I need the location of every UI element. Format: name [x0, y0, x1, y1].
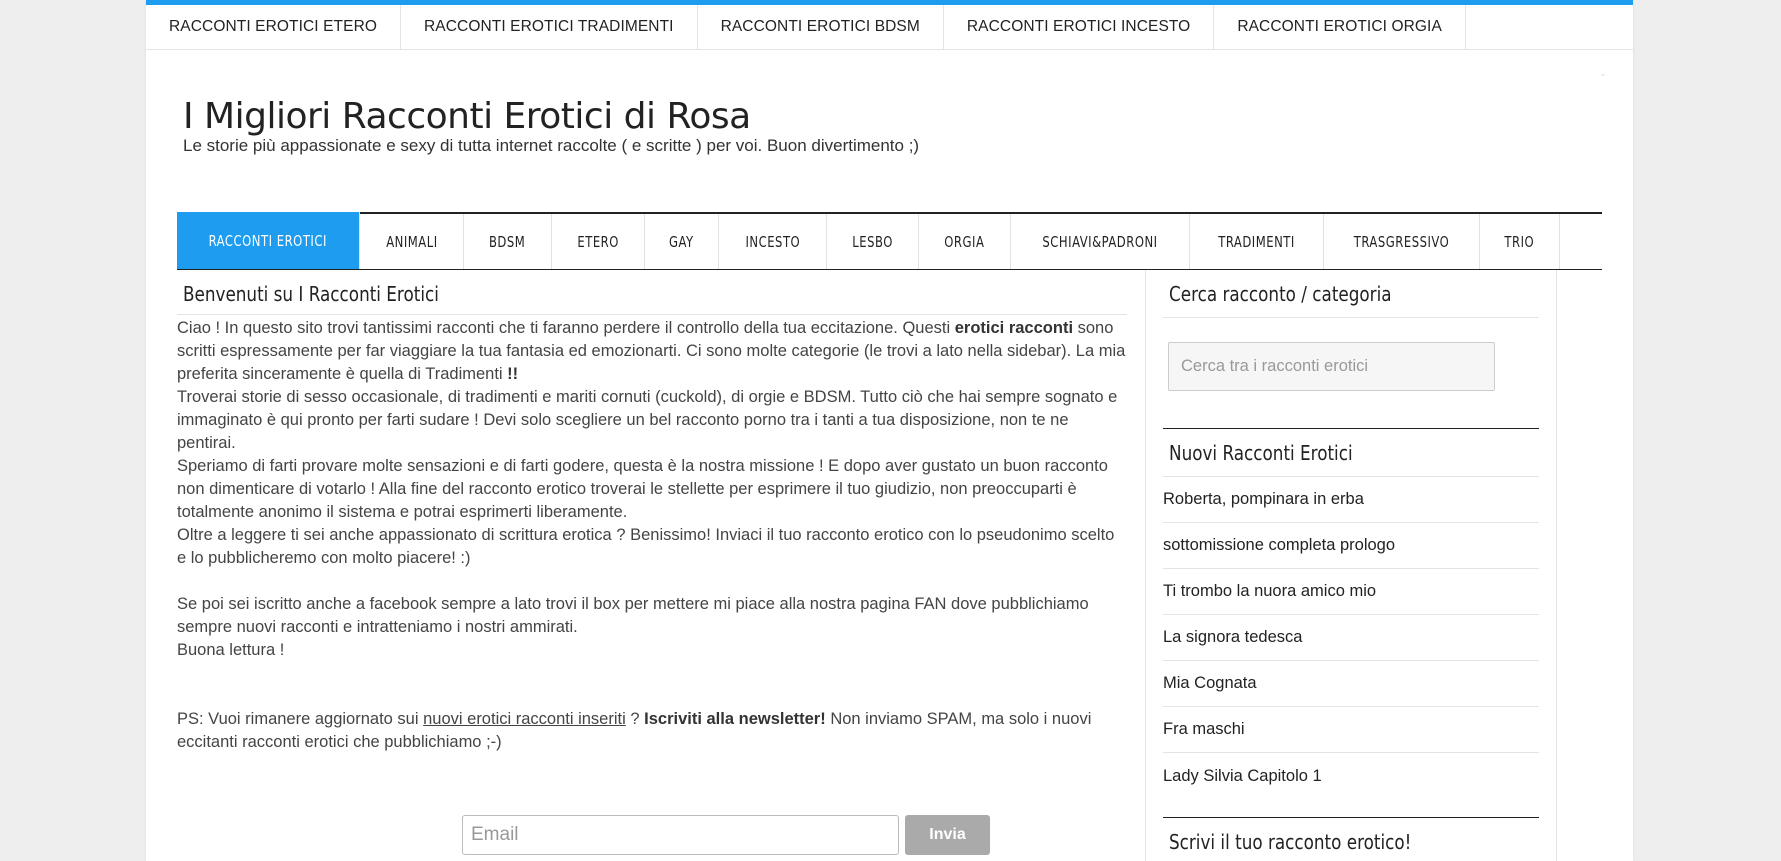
new-stories-link[interactable]: nuovi erotici racconti inseriti: [423, 710, 626, 728]
top-nav-item-orgia[interactable]: RACCONTI EROTICI ORGIA: [1214, 5, 1466, 49]
top-nav-item-tradimenti[interactable]: RACCONTI EROTICI TRADIMENTI: [401, 5, 698, 49]
intro-paragraph-2: Troverai storie di sesso occasionale, di…: [177, 388, 1118, 452]
text-span: Ciao ! In questo sito trovi tantissimi r…: [177, 319, 955, 337]
main-nav-item-tradimenti[interactable]: TRADIMENTI: [1190, 214, 1325, 269]
bold-keyword: erotici racconti: [954, 319, 1074, 337]
main-nav-item-racconti-erotici[interactable]: RACCONTI EROTICI: [177, 212, 360, 269]
ps-paragraph: PS: Vuoi rimanere aggiornato sui nuovi e…: [177, 708, 1127, 754]
main-nav-item-animali[interactable]: ANIMALI: [360, 214, 465, 269]
main-nav-label: ETERO: [577, 232, 619, 251]
main-nav-label: LESBO: [852, 232, 894, 251]
recent-story-item[interactable]: sottomissione completa prologo: [1163, 523, 1539, 569]
top-navigation: RACCONTI EROTICI ETERO RACCONTI EROTICI …: [146, 5, 1633, 50]
recent-story-item[interactable]: La signora tedesca: [1163, 615, 1539, 661]
main-nav-label: GAY: [669, 232, 694, 251]
bold-exclamation: !!: [507, 365, 519, 383]
main-nav-label: RACCONTI EROTICI: [208, 231, 327, 250]
sidebar: Cerca racconto / categoria Nuovi Raccont…: [1145, 270, 1557, 861]
search-widget-title-text: Cerca racconto / categoria: [1169, 282, 1392, 306]
site-description: Le storie più appassionate e sexy di tut…: [183, 135, 920, 155]
newsletter-callout: Iscriviti alla newsletter!: [644, 710, 826, 728]
search-widget: Cerca racconto / categoria: [1163, 270, 1539, 391]
main-content: Benvenuti su I Racconti Erotici Ciao ! I…: [177, 270, 1127, 855]
recent-widget-title: Nuovi Racconti Erotici: [1163, 429, 1539, 477]
top-nav-item-incesto[interactable]: RACCONTI EROTICI INCESTO: [944, 5, 1215, 49]
main-nav-label: SCHIAVI&PADRONI: [1042, 232, 1158, 251]
intro-paragraph-4: Oltre a leggere ti sei anche appassionat…: [177, 526, 1115, 567]
main-nav-item-trio[interactable]: TRIO: [1480, 214, 1560, 269]
main-nav-label: TRASGRESSIVO: [1354, 232, 1450, 251]
recent-story-item[interactable]: Mia Cognata: [1163, 661, 1539, 707]
text-span: ?: [625, 710, 645, 728]
page-container: RACCONTI EROTICI ETERO RACCONTI EROTICI …: [146, 0, 1633, 861]
site-title[interactable]: I Migliori Racconti Erotici di Rosa: [183, 98, 919, 136]
main-nav-item-orgia[interactable]: ORGIA: [919, 214, 1012, 269]
submit-button[interactable]: Invia: [905, 815, 990, 855]
recent-story-item[interactable]: Ti trombo la nuora amico mio: [1163, 569, 1539, 615]
main-nav-label: INCESTO: [745, 232, 800, 251]
intro-paragraph-3: Speriamo di farti provare molte sensazio…: [177, 457, 1108, 521]
search-input[interactable]: [1168, 342, 1495, 391]
main-nav-label: BDSM: [489, 232, 526, 251]
main-navigation: RACCONTI EROTICI ANIMALI BDSM ETERO GAY …: [177, 212, 1602, 270]
intro-paragraph-6: Buona lettura !: [177, 641, 285, 659]
recent-story-item[interactable]: Lady Silvia Capitolo 1: [1163, 753, 1539, 799]
site-header: I Migliori Racconti Erotici di Rosa Le s…: [183, 98, 919, 156]
main-nav-item-gay[interactable]: GAY: [645, 214, 719, 269]
decorative-mark: [1601, 74, 1605, 76]
main-nav-item-trasgressivo[interactable]: TRASGRESSIVO: [1324, 214, 1481, 269]
write-widget-title-text: Scrivi il tuo racconto erotico!: [1169, 830, 1412, 854]
main-nav-item-schiavi-padroni[interactable]: SCHIAVI&PADRONI: [1011, 214, 1191, 269]
text-span: PS: Vuoi rimanere aggiornato sui: [177, 710, 424, 728]
write-widget-title: Scrivi il tuo racconto erotico!: [1163, 818, 1539, 861]
recent-story-item[interactable]: Roberta, pompinara in erba: [1163, 477, 1539, 523]
write-story-widget: Scrivi il tuo racconto erotico!: [1163, 818, 1539, 861]
email-input[interactable]: [462, 815, 899, 855]
search-widget-title: Cerca racconto / categoria: [1163, 270, 1539, 318]
intro-paragraph-1: Ciao ! In questo sito trovi tantissimi r…: [177, 317, 1127, 386]
top-nav-item-etero[interactable]: RACCONTI EROTICI ETERO: [146, 5, 402, 49]
recent-story-item[interactable]: Fra maschi: [1163, 707, 1539, 753]
page-heading: Benvenuti su I Racconti Erotici: [177, 270, 1127, 315]
main-nav-label: ANIMALI: [385, 232, 438, 251]
intro-text: Ciao ! In questo sito trovi tantissimi r…: [177, 315, 1127, 754]
main-nav-item-bdsm[interactable]: BDSM: [464, 214, 552, 269]
newsletter-form: Invia: [462, 815, 990, 855]
intro-paragraph-5: Se poi sei iscritto anche a facebook sem…: [177, 595, 1089, 636]
main-nav-item-lesbo[interactable]: LESBO: [827, 214, 920, 269]
recent-stories-list: Roberta, pompinara in erba sottomissione…: [1163, 477, 1539, 799]
main-nav-label: TRADIMENTI: [1218, 232, 1295, 251]
main-nav-item-incesto[interactable]: INCESTO: [719, 214, 828, 269]
main-nav-label: TRIO: [1504, 232, 1535, 251]
main-nav-item-etero[interactable]: ETERO: [552, 214, 645, 269]
recent-widget-title-text: Nuovi Racconti Erotici: [1169, 441, 1353, 465]
page-heading-text: Benvenuti su I Racconti Erotici: [183, 282, 439, 306]
recent-stories-widget: Nuovi Racconti Erotici Roberta, pompinar…: [1163, 429, 1539, 799]
main-nav-label: ORGIA: [944, 232, 985, 251]
top-nav-item-bdsm[interactable]: RACCONTI EROTICI BDSM: [698, 5, 944, 49]
